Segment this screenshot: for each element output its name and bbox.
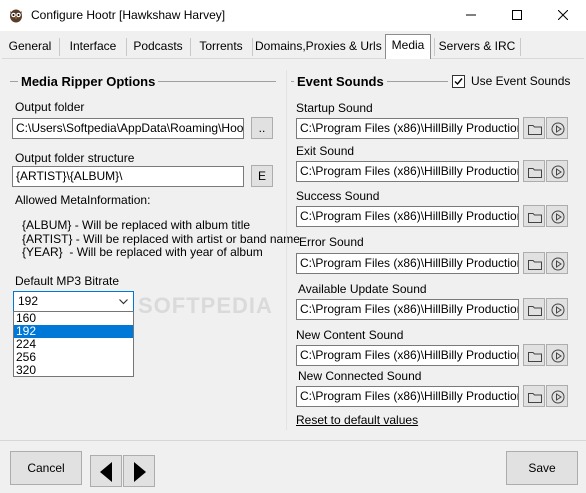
arrow-right-icon xyxy=(134,462,146,482)
tab-divider xyxy=(59,38,60,56)
bitrate-selected-value: 192 xyxy=(18,294,39,308)
tab-podcasts[interactable]: Podcasts xyxy=(129,36,187,58)
exit-browse-button[interactable] xyxy=(523,160,545,182)
tab-divider xyxy=(434,38,435,56)
bitrate-option[interactable]: 320 xyxy=(14,364,133,377)
tab-interface[interactable]: Interface xyxy=(62,36,124,58)
folder-icon xyxy=(528,352,542,362)
success-sound-label: Success Sound xyxy=(296,189,380,203)
tab-servers-irc[interactable]: Servers & IRC xyxy=(437,36,517,58)
update-play-button[interactable] xyxy=(546,298,568,320)
window-title: Configure Hootr [Hawkshaw Harvey] xyxy=(31,8,226,22)
output-folder-label: Output folder xyxy=(15,100,85,114)
use-event-sounds-label: Use Event Sounds xyxy=(471,74,571,88)
watermark: SOFTPEDIA xyxy=(138,293,273,318)
tab-strip: General Interface Podcasts Torrents Doma… xyxy=(2,33,584,59)
checkmark-icon xyxy=(454,78,463,86)
save-button[interactable]: Save xyxy=(506,451,578,485)
minimize-icon xyxy=(466,14,476,16)
error-browse-button[interactable] xyxy=(523,252,545,274)
play-icon xyxy=(551,122,565,136)
use-event-sounds-checkbox[interactable] xyxy=(452,75,465,88)
new-connected-browse-button[interactable] xyxy=(523,385,545,407)
new-connected-play-button[interactable] xyxy=(546,385,568,407)
meta-artist-line: {ARTIST} - Will be replaced with artist … xyxy=(22,232,300,246)
browse-folder-button[interactable]: .. xyxy=(251,117,273,139)
maximize-button[interactable] xyxy=(494,0,540,31)
error-sound-path[interactable]: C:\Program Files (x86)\HillBilly Product… xyxy=(296,253,519,274)
folder-icon xyxy=(528,125,542,135)
play-icon xyxy=(551,165,565,179)
new-content-sound-label: New Content Sound xyxy=(296,328,404,342)
exit-play-button[interactable] xyxy=(546,160,568,182)
footer-divider xyxy=(0,440,586,441)
new-connected-sound-path[interactable]: C:\Program Files (x86)\HillBilly Product… xyxy=(296,386,519,407)
use-event-sounds-toggle[interactable]: Use Event Sounds xyxy=(448,73,576,91)
play-icon xyxy=(551,210,565,224)
maximize-icon xyxy=(512,10,522,20)
meta-info-title: Allowed MetaInformation: xyxy=(15,193,151,207)
previous-button[interactable] xyxy=(90,455,122,487)
arrow-left-icon xyxy=(100,462,112,482)
minimize-button[interactable] xyxy=(448,0,494,31)
column-divider xyxy=(286,70,287,430)
meta-year-line: {YEAR} - Will be replaced with year of a… xyxy=(22,245,263,259)
update-sound-label: Available Update Sound xyxy=(298,282,427,296)
edit-structure-button[interactable]: E xyxy=(251,165,273,187)
tab-divider xyxy=(190,38,191,56)
title-bar: Configure Hootr [Hawkshaw Harvey] xyxy=(0,0,586,31)
error-play-button[interactable] xyxy=(546,252,568,274)
tab-divider xyxy=(126,38,127,56)
close-button[interactable] xyxy=(540,0,586,31)
tab-general[interactable]: General xyxy=(4,36,56,58)
tab-domains-proxies-urls[interactable]: Domains,Proxies & Urls xyxy=(255,36,382,58)
exit-sound-label: Exit Sound xyxy=(296,144,355,158)
close-icon xyxy=(558,10,568,20)
folder-structure-label: Output folder structure xyxy=(15,151,135,165)
new-content-play-button[interactable] xyxy=(546,344,568,366)
bitrate-options-list: 160 192 224 256 320 xyxy=(13,311,134,377)
error-sound-label: Error Sound xyxy=(299,235,364,249)
folder-icon xyxy=(528,260,542,270)
tab-divider xyxy=(252,38,253,56)
folder-icon xyxy=(528,168,542,178)
success-browse-button[interactable] xyxy=(523,205,545,227)
startup-browse-button[interactable] xyxy=(523,117,545,139)
success-sound-path[interactable]: C:\Program Files (x86)\HillBilly Product… xyxy=(296,206,519,227)
play-icon xyxy=(551,303,565,317)
startup-play-button[interactable] xyxy=(546,117,568,139)
event-sounds-title: Event Sounds xyxy=(294,74,387,89)
success-play-button[interactable] xyxy=(546,205,568,227)
new-content-sound-path[interactable]: C:\Program Files (x86)\HillBilly Product… xyxy=(296,345,519,366)
meta-album-line: {ALBUM} - Will be replaced with album ti… xyxy=(22,218,251,232)
new-content-browse-button[interactable] xyxy=(523,344,545,366)
bitrate-label: Default MP3 Bitrate xyxy=(15,274,120,288)
folder-icon xyxy=(528,306,542,316)
play-icon xyxy=(551,349,565,363)
folder-icon xyxy=(528,213,542,223)
folder-structure-field[interactable]: {ARTIST}\{ALBUM}\ xyxy=(12,166,244,187)
media-ripper-title: Media Ripper Options xyxy=(18,74,159,89)
tab-media[interactable]: Media xyxy=(385,34,431,59)
next-button[interactable] xyxy=(123,455,155,487)
startup-sound-label: Startup Sound xyxy=(296,101,373,115)
output-folder-field[interactable]: C:\Users\Softpedia\AppData\Roaming\Hootr… xyxy=(12,118,244,139)
cancel-button[interactable]: Cancel xyxy=(10,451,82,485)
chevron-down-icon xyxy=(119,299,128,305)
tab-torrents[interactable]: Torrents xyxy=(193,36,249,58)
owl-app-icon xyxy=(8,7,24,23)
play-icon xyxy=(551,257,565,271)
tab-divider xyxy=(520,38,521,56)
exit-sound-path[interactable]: C:\Program Files (x86)\HillBilly Product… xyxy=(296,161,519,182)
update-sound-path[interactable]: C:\Program Files (x86)\HillBilly Product… xyxy=(296,299,519,320)
startup-sound-path[interactable]: C:\Program Files (x86)\HillBilly Product… xyxy=(296,118,519,139)
play-icon xyxy=(551,390,565,404)
bitrate-dropdown[interactable]: 192 xyxy=(13,291,134,312)
update-browse-button[interactable] xyxy=(523,298,545,320)
new-connected-sound-label: New Connected Sound xyxy=(298,369,422,383)
reset-defaults-link[interactable]: Reset to default values xyxy=(296,413,418,427)
folder-icon xyxy=(528,393,542,403)
